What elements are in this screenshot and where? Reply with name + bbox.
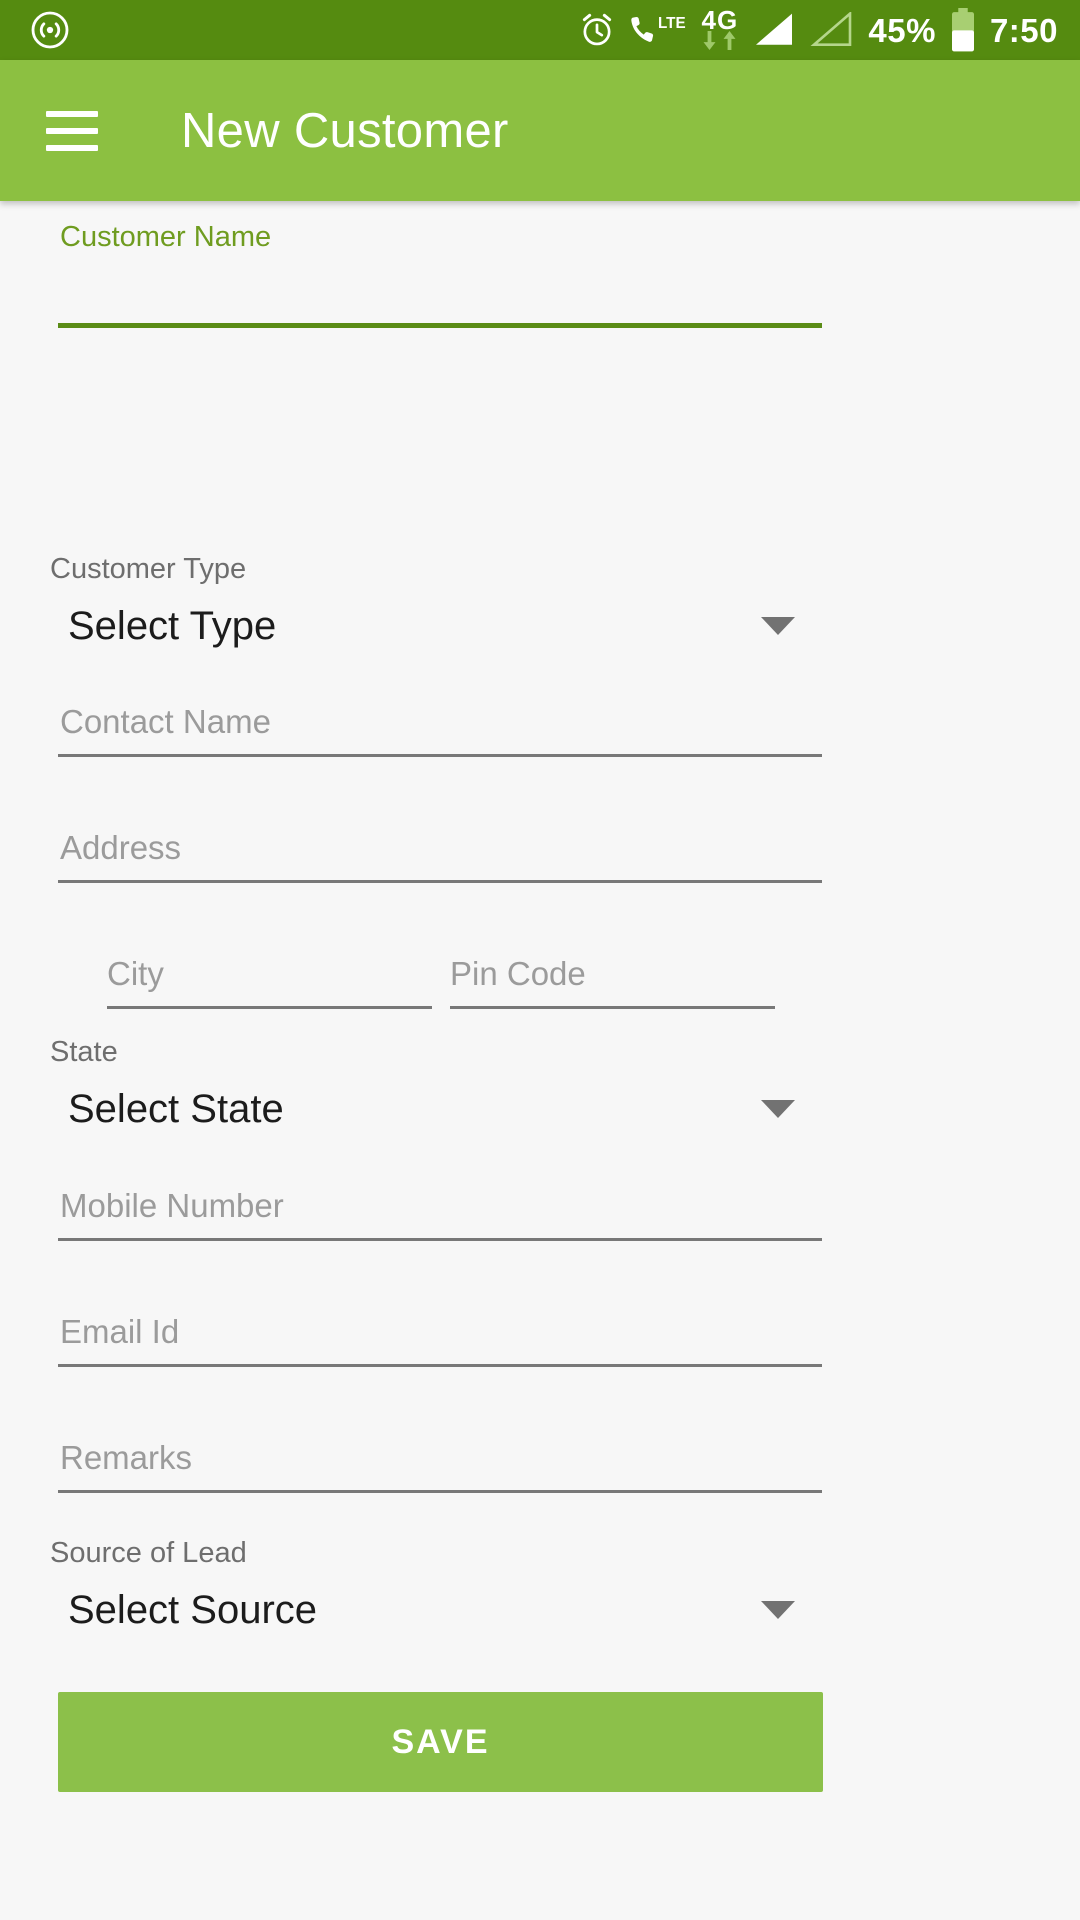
mobile-number-field[interactable]: Mobile Number	[0, 1187, 1080, 1241]
state-value[interactable]: Select State	[0, 1087, 1080, 1132]
city-input[interactable]: City	[107, 955, 432, 993]
status-bar-right: LTE 4G 45% 7:50	[579, 7, 1058, 54]
signal-bars-empty-icon	[810, 12, 854, 48]
status-bar: LTE 4G 45% 7:50	[0, 0, 1080, 60]
mobile-number-underline	[58, 1238, 822, 1241]
battery-icon	[950, 8, 976, 52]
battery-percent-label: 45%	[868, 11, 936, 49]
status-bar-left	[30, 10, 70, 50]
network-type-label: 4G	[701, 4, 739, 35]
menu-line-1	[46, 110, 98, 117]
svg-text:LTE: LTE	[658, 15, 686, 32]
remarks-field[interactable]: Remarks	[0, 1439, 1080, 1493]
source-of-lead-field[interactable]: Source of Lead Select Source	[0, 1537, 1080, 1633]
customer-name-label: Customer Name	[60, 221, 272, 253]
hamburger-menu-icon[interactable]	[46, 110, 98, 151]
network-type-indicator: 4G	[701, 7, 738, 54]
pin-code-input[interactable]: Pin Code	[450, 955, 775, 993]
remarks-input[interactable]: Remarks	[0, 1439, 1080, 1477]
save-button[interactable]: SAVE	[58, 1692, 823, 1792]
call-lte-icon: LTE	[629, 12, 687, 48]
state-label: State	[50, 1036, 118, 1068]
page-title: New Customer	[181, 103, 509, 158]
cast-icon	[30, 10, 70, 50]
data-down-arrow-icon	[701, 30, 718, 54]
city-underline	[107, 1006, 432, 1009]
clock-label: 7:50	[989, 11, 1058, 49]
data-up-arrow-icon	[721, 30, 738, 54]
remarks-underline	[58, 1490, 822, 1493]
dropdown-caret-icon[interactable]	[761, 1601, 795, 1619]
contact-name-field[interactable]: Contact Name	[0, 703, 1080, 757]
city-field[interactable]: City	[107, 955, 432, 1009]
email-id-field[interactable]: Email Id	[0, 1313, 1080, 1367]
menu-line-3	[46, 144, 98, 151]
menu-line-2	[46, 127, 98, 134]
email-id-underline	[58, 1364, 822, 1367]
address-underline	[58, 880, 822, 883]
email-id-input[interactable]: Email Id	[0, 1313, 1080, 1351]
customer-name-input[interactable]	[0, 254, 1080, 310]
customer-name-field[interactable]: Customer Name	[0, 221, 1080, 328]
customer-type-label: Customer Type	[50, 553, 247, 585]
mobile-number-input[interactable]: Mobile Number	[0, 1187, 1080, 1225]
app-bar: New Customer	[0, 60, 1080, 201]
pin-code-underline	[450, 1006, 775, 1009]
pin-code-field[interactable]: Pin Code	[450, 955, 775, 1009]
signal-bars-icon	[752, 12, 796, 48]
contact-name-input[interactable]: Contact Name	[0, 703, 1080, 741]
address-input[interactable]: Address	[0, 829, 1080, 867]
customer-name-underline	[58, 323, 822, 328]
address-field[interactable]: Address	[0, 829, 1080, 883]
data-transfer-arrows	[701, 30, 738, 54]
customer-type-field[interactable]: Customer Type Select Type	[0, 553, 1080, 649]
contact-name-underline	[58, 754, 822, 757]
source-of-lead-value[interactable]: Select Source	[0, 1588, 1080, 1633]
state-field[interactable]: State Select State	[0, 1036, 1080, 1132]
customer-type-value[interactable]: Select Type	[0, 604, 1080, 649]
dropdown-caret-icon[interactable]	[761, 617, 795, 635]
source-of-lead-label: Source of Lead	[50, 1537, 247, 1569]
alarm-icon	[579, 12, 615, 48]
dropdown-caret-icon[interactable]	[761, 1100, 795, 1118]
